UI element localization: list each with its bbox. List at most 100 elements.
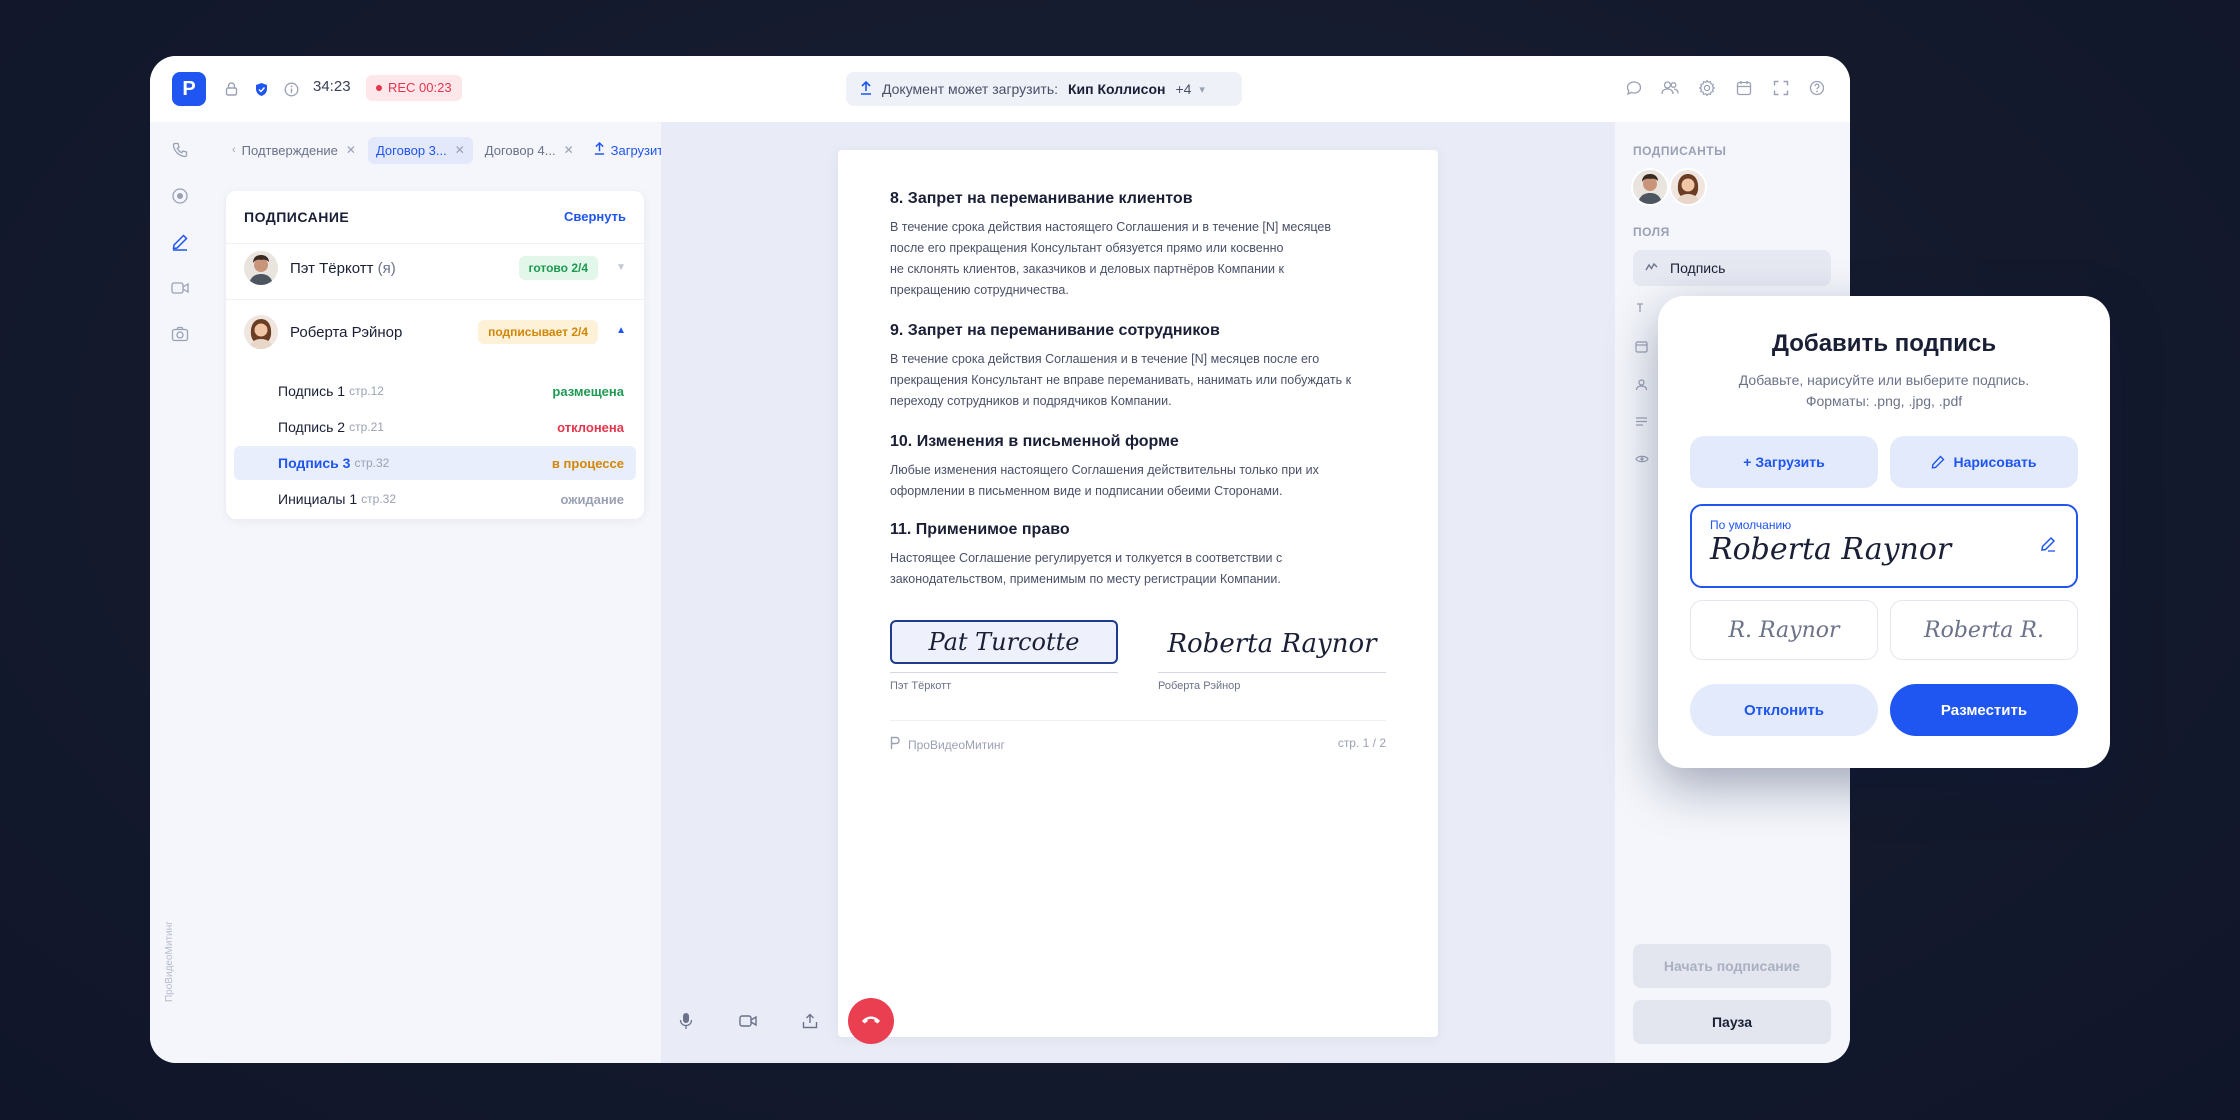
lock-icon[interactable] [222, 80, 240, 98]
tab-confirmation[interactable]: ‹ Подтверждение ✕ [224, 137, 364, 164]
field-page: стр.21 [349, 420, 384, 434]
field-row[interactable]: Подпись 2 стр.21 отклонена [234, 410, 636, 444]
signer-row[interactable]: Роберта Рэйнор подписывает 2/4 ▲ [244, 311, 626, 353]
signing-card: ПОДПИСАНИЕ Свернуть Пэт Тёркотт (я) гото… [226, 191, 644, 519]
field-row-active[interactable]: Подпись 3 стр.32 в процессе [234, 446, 636, 480]
place-button[interactable]: Разместить [1890, 684, 2078, 736]
field-label: Инициалы 1 [278, 491, 358, 507]
page-number: стр. 1 / 2 [1337, 736, 1386, 750]
tab-label: Договор 3... [375, 142, 447, 158]
signature-icon [1645, 261, 1658, 275]
tab-contract-4[interactable]: Договор 4... ✕ [477, 137, 582, 164]
document-brand: ПроВидеоМитинг [890, 736, 1005, 753]
record-icon[interactable] [170, 186, 190, 206]
signature-script: Roberta Raynor [1167, 629, 1377, 659]
pencil-icon [1931, 455, 1945, 469]
chat-icon[interactable] [1624, 78, 1644, 98]
upload-button[interactable]: + Загрузить [1690, 436, 1878, 488]
upload-pill-extra: +4 [1175, 81, 1192, 97]
upload-pill-label: Документ может загрузить: [882, 81, 1059, 97]
microphone-icon[interactable] [673, 1008, 699, 1034]
collapse-button[interactable]: Свернуть [564, 209, 626, 224]
modal-title: Добавить подпись [1771, 330, 1997, 357]
upload-icon [860, 80, 872, 98]
close-icon[interactable]: ✕ [455, 143, 465, 157]
field-row[interactable]: Подпись 1 стр.12 размещена [234, 374, 636, 408]
signers-label: ПОДПИСАНТЫ [1633, 144, 1727, 158]
signature-line [890, 672, 1118, 673]
chevron-down-icon[interactable]: ▼ [616, 262, 626, 273]
share-screen-icon[interactable] [797, 1008, 823, 1034]
tab-upload[interactable]: Загрузить [586, 136, 661, 164]
section-body: В течение срока действия Соглашения и в … [890, 352, 1352, 408]
help-icon[interactable] [1807, 78, 1827, 98]
field-row[interactable]: Инициалы 1 стр.32 ожидание [234, 482, 636, 516]
left-rail: ПроВидеоМитинг [150, 122, 210, 1063]
start-signing-button[interactable]: Начать подписание [1633, 944, 1831, 988]
close-icon[interactable]: ✕ [346, 143, 356, 157]
pause-button[interactable]: Пауза [1633, 1000, 1831, 1044]
decline-button[interactable]: Отклонить [1690, 684, 1878, 736]
pen-icon[interactable] [170, 232, 190, 252]
signer-row[interactable]: Пэт Тёркотт (я) готово 2/4 ▼ [244, 247, 626, 289]
signing-panel: ‹ Подтверждение ✕ Договор 3... ✕ Договор… [210, 122, 661, 1063]
signer-name: Пэт Тёркотт (я) [290, 259, 396, 277]
calendar-icon[interactable] [1734, 78, 1754, 98]
default-signature-option[interactable]: По умолчанию Roberta Raynor [1690, 504, 2078, 588]
video-icon[interactable] [170, 278, 190, 298]
draw-button[interactable]: Нарисовать [1890, 436, 2078, 488]
divider [226, 243, 644, 244]
chevron-down-icon: ▾ [1199, 83, 1205, 96]
field-label: Подпись 1 [278, 383, 346, 399]
tab-label: Договор 4... [484, 142, 556, 158]
text-field-icon[interactable] [1635, 302, 1649, 316]
avatar[interactable] [1631, 168, 1669, 206]
signature-field-left[interactable]: Pat Turcotte [890, 620, 1118, 664]
fullscreen-icon[interactable] [1771, 78, 1791, 98]
field-page: стр.12 [349, 384, 384, 398]
section-body: В течение срока действия настоящего Согл… [890, 220, 1332, 297]
camera-toggle-icon[interactable] [735, 1008, 761, 1034]
upload-permission-pill[interactable]: Документ может загрузить: Кип Коллисон +… [846, 72, 1242, 106]
section-title: 10. Изменения в письменной форме [890, 433, 1179, 450]
default-label: По умолчанию [1710, 518, 1792, 532]
avatar [244, 315, 278, 349]
field-signature[interactable]: Подпись [1633, 250, 1831, 286]
section-title: 8. Запрет на переманивание клиентов [890, 190, 1193, 207]
section-body: Любые изменения настоящего Соглашения де… [890, 463, 1319, 498]
edit-icon[interactable] [2040, 536, 2058, 554]
chevron-up-icon[interactable]: ▲ [616, 325, 626, 336]
info-icon[interactable] [282, 80, 300, 98]
signature-option[interactable]: Roberta R. [1890, 600, 2078, 660]
tab-contract-3[interactable]: Договор 3... ✕ [367, 136, 473, 164]
field-label: Подпись 2 [278, 419, 346, 435]
app-logo: Р [172, 72, 206, 106]
divider [890, 720, 1386, 721]
phone-icon[interactable] [170, 140, 190, 160]
shield-icon[interactable] [252, 80, 270, 98]
default-signature-script: Roberta Raynor [1710, 532, 1952, 567]
name-field-icon[interactable] [1635, 378, 1649, 392]
section-title: 9. Запрет на переманивание сотрудников [890, 322, 1220, 339]
chevron-left-icon[interactable]: ‹ [232, 144, 236, 156]
upload-pill-name: Кип Коллисон [1068, 81, 1166, 97]
signature-option-script: Roberta R. [1924, 617, 2044, 643]
field-status: в процессе [551, 455, 624, 471]
add-signature-modal: Добавить подпись Добавьте, нарисуйте или… [1658, 296, 2110, 768]
close-icon[interactable]: ✕ [564, 143, 574, 157]
list-field-icon[interactable] [1635, 416, 1649, 430]
tab-label: Загрузить [610, 142, 661, 158]
divider [226, 299, 644, 300]
top-bar: Р 34:23 REC 00:23 Документ может загрузи… [150, 56, 1850, 122]
field-label: Подпись 3 [278, 455, 351, 471]
gear-icon[interactable] [1697, 78, 1717, 98]
camera-icon[interactable] [170, 324, 190, 344]
participants-icon[interactable] [1660, 78, 1680, 98]
avatar[interactable] [1669, 168, 1707, 206]
end-call-button[interactable] [848, 998, 894, 1044]
signature-line [1158, 672, 1386, 673]
signature-field-right[interactable]: Roberta Raynor [1158, 624, 1386, 664]
signature-option[interactable]: R. Raynor [1690, 600, 1878, 660]
date-field-icon[interactable] [1635, 340, 1649, 354]
eye-icon[interactable] [1635, 454, 1649, 468]
